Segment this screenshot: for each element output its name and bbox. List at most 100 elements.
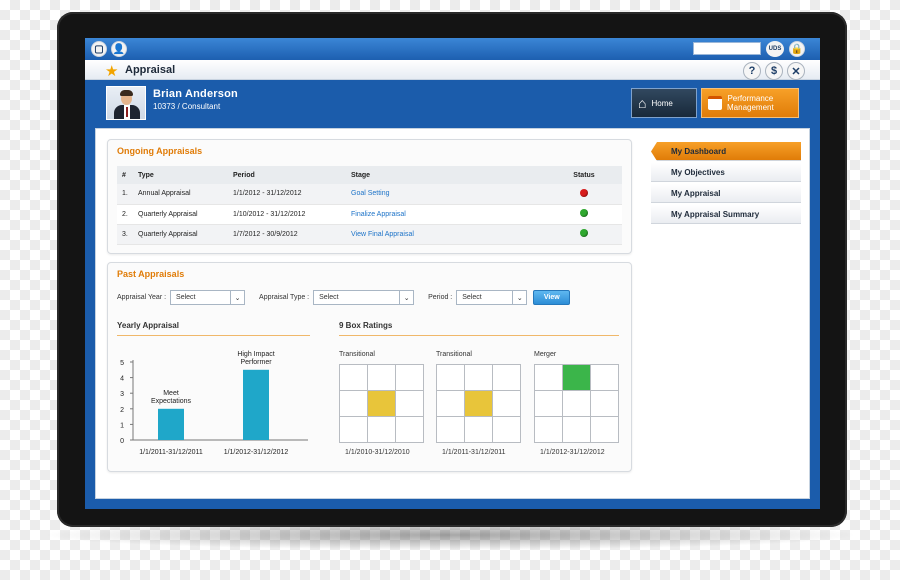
nine-box-cell — [492, 364, 521, 391]
currency-icon[interactable]: $ — [765, 62, 783, 80]
nine-box-cell — [436, 416, 465, 443]
appraisal-type-select[interactable]: Select ⌄ — [313, 290, 415, 305]
nine-box-highlight — [464, 390, 493, 417]
row-period: 1/10/2012 - 31/12/2012 — [228, 204, 346, 225]
nine-box-grid — [534, 364, 619, 443]
user-icon[interactable]: 👤 — [111, 41, 127, 57]
row-stage-link[interactable]: Finalize Appraisal — [346, 204, 546, 225]
yearly-appraisal-chart: 0 1 2 3 4 5 MeetExpectations 1/1/2011-31/12/201… — [120, 351, 308, 456]
menu-item-my-objectives[interactable]: My Objectives — [651, 163, 801, 182]
nine-box-cell — [339, 416, 368, 443]
row-status — [546, 204, 622, 225]
home-button[interactable]: ⌂ Home — [631, 88, 697, 118]
nine-box-period: 1/1/2010-31/12/2010 — [345, 449, 410, 456]
nine-box-cell — [534, 416, 563, 443]
nine-box-cell — [590, 364, 619, 391]
y-tick-label: 1 — [120, 422, 124, 429]
uds-icon[interactable]: UDS — [766, 41, 784, 57]
nine-box-cell — [367, 364, 396, 391]
menu-item-my-appraisal-summary[interactable]: My Appraisal Summary — [651, 205, 801, 224]
x-tick-label: 1/1/2012-31/12/2012 — [224, 449, 289, 456]
home-label: Home — [651, 98, 673, 108]
col-header-status: Status — [546, 166, 622, 184]
bar — [243, 369, 269, 440]
nine-box-cell — [534, 364, 563, 391]
nine-box-cell — [395, 364, 424, 391]
avatar — [106, 86, 146, 120]
menu-item-my-dashboard[interactable]: My Dashboard — [651, 142, 801, 161]
row-status — [546, 224, 622, 245]
row-period: 1/1/2012 - 31/12/2012 — [228, 184, 346, 205]
yearly-appraisal-title: Yearly Appraisal — [117, 321, 179, 330]
performance-management-button[interactable]: Performance Management — [701, 88, 799, 118]
filter-bar: Appraisal Year : Select ⌄ Appraisal Type… — [117, 290, 571, 305]
nine-box-highlight — [367, 390, 396, 417]
y-tick-label: 2 — [120, 407, 124, 414]
row-stage-link[interactable]: View Final Appraisal — [346, 224, 546, 245]
y-tick-label: 3 — [120, 391, 124, 398]
user-id-role: 10373 / Consultant — [153, 102, 221, 111]
divider — [117, 335, 310, 336]
page-title: Appraisal — [125, 64, 176, 76]
chevron-down-icon: ⌄ — [399, 291, 413, 304]
window-icon[interactable]: ▢ — [91, 41, 107, 57]
help-icon[interactable]: ? — [743, 62, 761, 80]
view-button[interactable]: View — [533, 290, 571, 305]
status-dot — [580, 188, 588, 197]
y-tick-label: 4 — [120, 376, 124, 383]
chevron-down-icon: ⌄ — [512, 291, 526, 304]
col-header-period: Period — [228, 166, 346, 184]
row-type: Quarterly Appraisal — [133, 204, 228, 225]
row-type: Annual Appraisal — [133, 184, 228, 205]
bar-data-label: Performer — [240, 359, 272, 366]
nine-box-grid — [436, 364, 521, 443]
table-row: 3. Quarterly Appraisal 1/7/2012 - 30/9/201… — [117, 224, 622, 245]
bar — [158, 408, 184, 440]
ongoing-appraisals-table: # Type Period Stage Status 1. Annual Appr… — [117, 166, 622, 245]
nine-box-cell — [464, 416, 493, 443]
col-header-num: # — [117, 166, 133, 184]
bar-data-label: Expectations — [151, 398, 192, 405]
nine-box-cell — [339, 364, 368, 391]
search-input[interactable] — [693, 42, 761, 55]
nine-box-cell — [562, 390, 591, 417]
x-tick-label: 1/1/2011-31/12/2011 — [139, 449, 203, 456]
nine-box-label: Transitional — [339, 351, 375, 358]
period-select[interactable]: Select ⌄ — [456, 290, 528, 305]
col-header-stage: Stage — [346, 166, 546, 184]
row-type: Quarterly Appraisal — [133, 224, 228, 245]
status-dot — [580, 209, 588, 217]
status-dot — [580, 229, 588, 237]
row-status — [546, 184, 622, 205]
nine-box-grid — [339, 364, 424, 443]
close-icon[interactable]: ✕ — [787, 62, 805, 80]
bar-data-label: High Impact — [237, 351, 274, 358]
nine-box-label: Merger — [534, 351, 557, 358]
nine-box-period: 1/1/2012-31/12/2012 — [540, 449, 605, 456]
app-screen: ▢ 👤 UDS 🔒 ★ Appraisal ? $ ✕ Brian Anders… — [85, 38, 820, 509]
row-stage-link[interactable]: Goal Setting — [346, 184, 546, 205]
nine-box-cell — [534, 390, 563, 417]
ongoing-appraisals-card: Ongoing Appraisals # Type Period Stage S… — [107, 139, 632, 254]
past-appraisals-title: Past Appraisals — [117, 269, 185, 279]
nine-box-period: 1/1/2011-31/12/2011 — [442, 449, 506, 456]
nine-box-cell — [590, 390, 619, 417]
menu-item-my-appraisal[interactable]: My Appraisal — [651, 184, 801, 203]
main-content: Ongoing Appraisals # Type Period Stage S… — [95, 128, 810, 499]
lock-icon[interactable]: 🔒 — [789, 41, 805, 57]
nine-box-cell — [492, 416, 521, 443]
nine-box-highlight — [562, 364, 591, 391]
bar-data-label: Meet — [163, 390, 179, 397]
user-name: Brian Anderson — [153, 88, 238, 100]
appraisal-year-select[interactable]: Select ⌄ — [170, 290, 246, 305]
nine-box-cell — [492, 390, 521, 417]
past-appraisals-card: Past Appraisals Appraisal Year : Select … — [107, 262, 632, 472]
monitor-bezel: ▢ 👤 UDS 🔒 ★ Appraisal ? $ ✕ Brian Anders… — [57, 12, 847, 527]
nine-box-label: Transitional — [436, 351, 472, 358]
appraisal-type-label: Appraisal Type : — [259, 294, 310, 301]
star-icon: ★ — [105, 63, 119, 80]
nine-box-title: 9 Box Ratings — [339, 321, 393, 330]
row-num: 1. — [117, 184, 133, 205]
chevron-down-icon: ⌄ — [230, 291, 244, 304]
nine-box-cell — [436, 364, 465, 391]
